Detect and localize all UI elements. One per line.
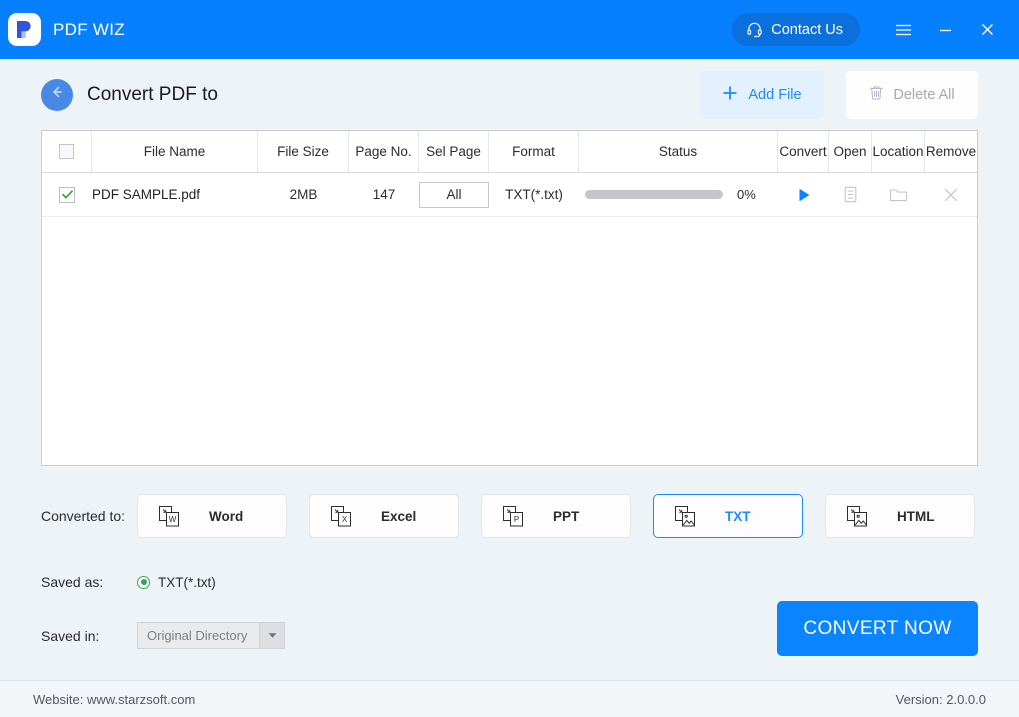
cell-remove (925, 173, 977, 216)
cell-location (872, 173, 925, 216)
plus-icon (722, 85, 738, 105)
saved-in-label: Saved in: (41, 628, 137, 644)
title-bar: PDF WIZ Contact Us (0, 0, 1019, 59)
format-label-txt: TXT (725, 509, 751, 524)
column-header-page-no: Page No. (349, 131, 419, 172)
footer-bar: Website: www.starzsoft.com Version: 2.0.… (0, 680, 1019, 717)
options-panel: Converted to: W Word (41, 494, 978, 649)
delete-all-button[interactable]: Delete All (846, 71, 978, 119)
back-button[interactable] (41, 79, 73, 111)
headset-icon (746, 21, 763, 38)
document-icon[interactable] (843, 186, 858, 203)
close-icon[interactable] (972, 14, 1003, 45)
format-button-excel[interactable]: X Excel (309, 494, 459, 538)
txt-file-icon (672, 504, 698, 529)
page-title: Convert PDF to (87, 84, 218, 106)
ppt-file-icon: P (500, 504, 526, 529)
cell-format: TXT(*.txt) (489, 173, 579, 216)
row-checkbox[interactable] (59, 187, 75, 203)
minimize-icon[interactable] (930, 14, 961, 45)
format-button-word[interactable]: W Word (137, 494, 287, 538)
format-label-word: Word (209, 509, 243, 524)
cell-sel-page: All (419, 173, 489, 216)
chevron-down-icon[interactable] (259, 623, 284, 648)
cell-open (829, 173, 872, 216)
file-name-text: PDF SAMPLE.pdf (92, 187, 200, 202)
excel-file-icon: X (328, 504, 354, 529)
column-header-sel-page: Sel Page (419, 131, 489, 172)
main-content: Convert PDF to Add File (0, 59, 1019, 680)
format-button-txt[interactable]: TXT (653, 494, 803, 538)
select-all-header-cell (42, 131, 92, 172)
table-row: PDF SAMPLE.pdf 2MB 147 All TXT(*.txt) 0% (42, 173, 977, 217)
cell-convert (778, 173, 829, 216)
saved-as-label: Saved as: (41, 574, 137, 590)
folder-icon[interactable] (889, 187, 908, 203)
contact-us-button[interactable]: Contact Us (732, 13, 860, 46)
saved-as-radio-option[interactable]: TXT(*.txt) (137, 575, 216, 590)
close-x-icon[interactable] (942, 186, 960, 204)
file-table: File Name File Size Page No. Sel Page Fo… (41, 130, 978, 466)
column-header-location: Location (872, 131, 925, 172)
add-file-button[interactable]: Add File (700, 71, 824, 119)
saved-in-select[interactable]: Original Directory (137, 622, 285, 649)
footer-website: Website: www.starzsoft.com (33, 692, 195, 707)
column-header-convert: Convert (778, 131, 829, 172)
play-icon[interactable] (796, 187, 812, 203)
svg-text:X: X (341, 515, 347, 524)
table-header-row: File Name File Size Page No. Sel Page Fo… (42, 131, 977, 173)
progress-group: 0% (579, 187, 756, 202)
word-file-icon: W (156, 504, 182, 529)
add-file-label: Add File (748, 87, 801, 103)
pdfwiz-logo-icon (8, 13, 41, 46)
delete-all-label: Delete All (893, 87, 954, 103)
format-label-ppt: PPT (553, 509, 579, 524)
app-window: PDF WIZ Contact Us (0, 0, 1019, 717)
sel-page-button[interactable]: All (419, 182, 489, 208)
format-button-html[interactable]: HTML (825, 494, 975, 538)
select-all-checkbox[interactable] (59, 144, 74, 159)
trash-icon (869, 85, 884, 105)
format-label-html: HTML (897, 509, 935, 524)
row-select-cell (42, 173, 92, 216)
brand-name: PDF WIZ (53, 20, 125, 40)
html-file-icon (844, 504, 870, 529)
format-label-excel: Excel (381, 509, 416, 524)
convert-now-button[interactable]: CONVERT NOW (777, 601, 978, 656)
back-arrow-icon (49, 84, 65, 105)
progress-bar (585, 190, 723, 199)
cell-file-name: PDF SAMPLE.pdf (92, 173, 258, 216)
saved-as-row: Saved as: TXT(*.txt) (41, 574, 978, 590)
column-header-format: Format (489, 131, 579, 172)
brand: PDF WIZ (8, 13, 125, 46)
converted-to-label: Converted to: (41, 508, 137, 524)
header-actions: Add File Delete All (700, 71, 978, 119)
converted-to-row: Converted to: W Word (41, 494, 978, 538)
radio-selected-icon (137, 576, 150, 589)
window-controls-group: Contact Us (732, 13, 1003, 46)
column-header-file-name: File Name (92, 131, 258, 172)
cell-page-no: 147 (349, 173, 419, 216)
cell-file-size: 2MB (258, 173, 349, 216)
cell-status: 0% (579, 173, 778, 216)
column-header-remove: Remove (925, 131, 977, 172)
format-buttons-group: W Word X (137, 494, 975, 538)
format-button-ppt[interactable]: P PPT (481, 494, 631, 538)
hamburger-menu-icon[interactable] (888, 14, 919, 45)
saved-as-value: TXT(*.txt) (158, 575, 216, 590)
column-header-open: Open (829, 131, 872, 172)
svg-text:P: P (513, 515, 518, 524)
page-header: Convert PDF to Add File (41, 59, 978, 130)
svg-text:W: W (168, 515, 176, 524)
column-header-file-size: File Size (258, 131, 349, 172)
progress-percent: 0% (737, 187, 756, 202)
footer-version: Version: 2.0.0.0 (896, 692, 986, 707)
contact-us-label: Contact Us (771, 22, 843, 38)
column-header-status: Status (579, 131, 778, 172)
saved-in-value: Original Directory (138, 628, 259, 643)
